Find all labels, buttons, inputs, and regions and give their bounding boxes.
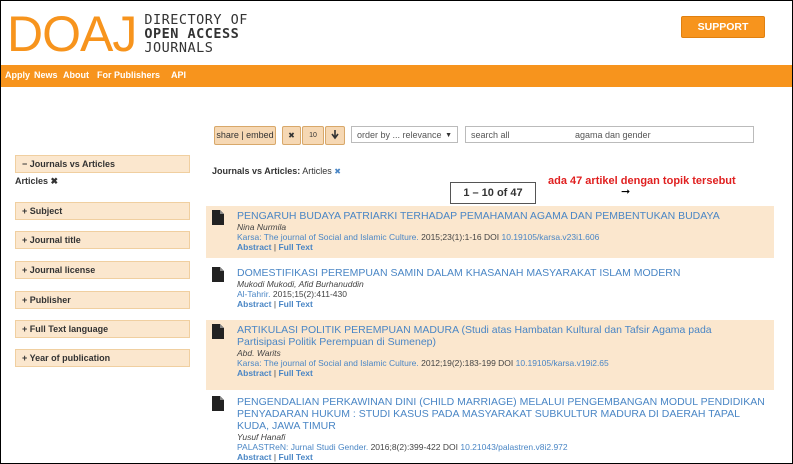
select-arrow-icon: ▼ xyxy=(445,132,452,139)
annotation-note: ada 47 artikel dengan topik tersebut xyxy=(548,175,736,187)
nav-about[interactable]: About xyxy=(63,70,89,80)
full-text-link[interactable]: Full Text xyxy=(278,368,312,378)
logo-subtitle: DIRECTORY OF OPEN ACCESS JOURNALS xyxy=(144,13,248,55)
result-item: ARTIKULASI POLITIK PEREMPUAN MADURA (Stu… xyxy=(206,320,774,390)
facet-journal-license[interactable]: + Journal license xyxy=(15,261,190,279)
result-source[interactable]: Al-Tahrir. xyxy=(237,289,271,299)
search-field-value: search all xyxy=(471,130,510,140)
result-doi[interactable]: 10.19105/karsa.v23i1.606 xyxy=(501,232,599,242)
result-authors: Abd. Warits xyxy=(237,348,281,358)
filter-label: Journals vs Articles: xyxy=(212,166,301,176)
nav-api[interactable]: API xyxy=(171,70,186,80)
full-text-link[interactable]: Full Text xyxy=(278,299,312,309)
result-meta: 2016;8(2):399-422 DOI xyxy=(370,442,458,452)
logo-wordmark: DOAJ xyxy=(7,6,137,62)
search-field-select[interactable]: search all▼ xyxy=(465,126,583,143)
document-icon xyxy=(212,324,224,339)
support-doaj-button[interactable]: SUPPORT DOAJ xyxy=(681,16,765,53)
nav-for-publishers[interactable]: For Publishers xyxy=(97,70,160,80)
document-icon xyxy=(212,210,224,225)
remove-filter-icon[interactable]: ✖ xyxy=(334,167,341,176)
facet-publisher[interactable]: + Publisher xyxy=(15,291,190,309)
result-authors: Mukodi Mukodi, Afid Burhanuddin xyxy=(237,279,364,289)
search-input[interactable]: agama dan gender xyxy=(570,126,754,143)
abstract-link[interactable]: Abstract xyxy=(237,452,271,462)
result-doi[interactable]: 10.21043/palastren.v8i2.972 xyxy=(460,442,567,452)
result-title-line: Partisipasi Politik Perempuan di Sumenep… xyxy=(237,336,437,348)
result-title-line: PENGENDALIAN PERKAWINAN DINI (CHILD MARR… xyxy=(237,396,765,408)
result-item: PENGARUH BUDAYA PATRIARKI TERHADAP PEMAH… xyxy=(206,206,774,258)
facet-year-of-publication[interactable]: + Year of publication xyxy=(15,349,190,367)
result-item: DOMESTIFIKASI PEREMPUAN SAMIN DALAM KHAS… xyxy=(206,263,774,315)
result-source[interactable]: PALASTReN: Jurnal Studi Gender. xyxy=(237,442,368,452)
nav-apply[interactable]: Apply xyxy=(5,70,30,80)
result-source[interactable]: Karsa: The journal of Social and Islamic… xyxy=(237,232,419,242)
facet-subject[interactable]: + Subject xyxy=(15,202,190,220)
page: DOAJ DIRECTORY OF OPEN ACCESS JOURNALS S… xyxy=(0,0,793,464)
link-separator: | xyxy=(273,368,277,378)
abstract-link[interactable]: Abstract xyxy=(237,368,271,378)
full-text-link[interactable]: Full Text xyxy=(278,452,312,462)
result-authors: Nina Nurmila xyxy=(237,222,287,232)
clear-search-button[interactable]: ✖ xyxy=(282,126,301,145)
result-doi[interactable]: 10.19105/karsa.v19i2.65 xyxy=(516,358,609,368)
annotation-arrow-icon: ➞ xyxy=(621,186,631,198)
filter-value: Articles xyxy=(302,166,332,176)
logo-line-1: DIRECTORY OF xyxy=(144,12,248,28)
result-meta: 2015;15(2):411-430 xyxy=(272,289,347,299)
active-filter-label: Articles ✖ xyxy=(15,176,59,186)
link-separator: | xyxy=(273,242,277,252)
active-filter-articles[interactable]: Articles ✖ xyxy=(15,176,58,187)
link-separator: | xyxy=(273,452,277,462)
abstract-link[interactable]: Abstract xyxy=(237,242,271,252)
result-title[interactable]: PENGENDALIAN PERKAWINAN DINI (CHILD MARR… xyxy=(237,396,774,432)
result-meta: 2012;19(2):183-199 DOI xyxy=(421,358,514,368)
site-header: DOAJ DIRECTORY OF OPEN ACCESS JOURNALS S… xyxy=(1,1,792,65)
abstract-link[interactable]: Abstract xyxy=(237,299,271,309)
share-embed-button[interactable]: share | embed xyxy=(214,126,276,145)
logo-line-3: JOURNALS xyxy=(144,40,214,56)
current-filter: Journals vs Articles: Articles ✖ xyxy=(212,166,341,176)
result-title-line: ARTIKULASI POLITIK PEREMPUAN MADURA (Stu… xyxy=(237,324,712,336)
document-icon xyxy=(212,267,224,282)
facet-journals-vs-articles[interactable]: − Journals vs Articles xyxy=(15,155,190,173)
link-separator: | xyxy=(273,299,277,309)
result-title[interactable]: ARTIKULASI POLITIK PEREMPUAN MADURA (Stu… xyxy=(237,324,774,348)
result-count: 1 – 10 of 47 xyxy=(450,182,536,204)
search-query: agama dan gender xyxy=(575,130,651,140)
result-title-line: PENYADARAN HUKUM : STUDI KASUS PADA MASY… xyxy=(237,408,740,420)
facet-full-text-language[interactable]: + Full Text language xyxy=(15,320,190,338)
order-by-select[interactable]: order by ... relevance ▼ xyxy=(351,126,458,143)
result-meta: 2015;23(1):1-16 DOI xyxy=(421,232,500,242)
facet-journal-title[interactable]: + Journal title xyxy=(15,231,190,249)
page-size-button[interactable]: 10 xyxy=(302,126,324,145)
result-title-line: KUDA, JAWA TIMUR xyxy=(237,420,336,432)
nav-news[interactable]: News xyxy=(34,70,58,80)
document-icon xyxy=(212,396,224,411)
result-authors: Yusuf Hanafi xyxy=(237,432,286,442)
order-by-value: order by ... relevance xyxy=(357,130,442,140)
download-button[interactable] xyxy=(325,126,345,145)
result-item: PENGENDALIAN PERKAWINAN DINI (CHILD MARR… xyxy=(206,392,774,463)
arrow-down-icon xyxy=(331,130,339,140)
doaj-logo[interactable]: DOAJ DIRECTORY OF OPEN ACCESS JOURNALS xyxy=(7,9,248,59)
result-title[interactable]: PENGARUH BUDAYA PATRIARKI TERHADAP PEMAH… xyxy=(237,210,774,222)
main-nav: Apply News About For Publishers API xyxy=(1,65,792,87)
result-source[interactable]: Karsa: The journal of Social and Islamic… xyxy=(237,358,419,368)
logo-line-2: OPEN ACCESS xyxy=(144,26,240,42)
result-title[interactable]: DOMESTIFIKASI PEREMPUAN SAMIN DALAM KHAS… xyxy=(237,267,774,279)
full-text-link[interactable]: Full Text xyxy=(278,242,312,252)
